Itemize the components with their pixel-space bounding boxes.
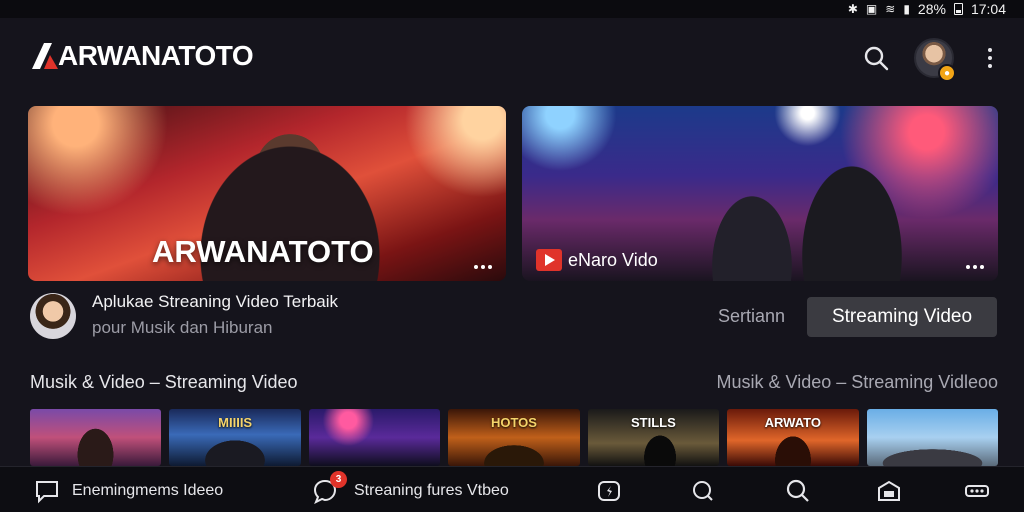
wifi-icon: ≋ [885,2,896,16]
video-thumbnail[interactable]: ARWATO [727,409,859,466]
app-header: ARWANATOTO ● [0,18,1024,98]
notification-badge: 3 [330,471,347,488]
video-thumbnail[interactable]: HOTOS [448,409,580,466]
video-thumbnail[interactable]: STILLS [587,409,720,466]
nav-item-explore[interactable] [596,477,622,505]
channel-avatar[interactable] [30,293,76,339]
nfc-icon: ▣ [865,2,878,16]
search-bubble-icon [693,481,713,501]
logo-mark-icon [32,43,58,69]
channel-subtitle: pour Musik dan Hiburan [92,318,273,337]
nav-label: Enemingmems Ideeo [72,482,224,499]
sort-label[interactable]: Sertiann [718,306,785,327]
streaming-video-button[interactable]: Streaming Video [807,297,997,337]
nav-item-streaming[interactable]: 3 Streaning fures Vtbeo [312,471,509,505]
brand-logo[interactable]: ARWANATOTO [30,40,254,72]
clock: 17:04 [970,1,1006,17]
hero-card-featured[interactable]: ARWANATOTO [28,106,506,281]
battery-percent: 28% [917,1,946,17]
more-icon [965,485,989,497]
nav-item-home[interactable]: Enemingmems Ideeo [34,477,223,505]
hero-chip-label: eNaro Vido [568,249,658,270]
channel-title: Aplukae Streaning Video Terbaik [92,292,339,311]
nav-label: Streaning fures Vtbeo [354,482,509,499]
library-icon [878,480,900,501]
video-thumbnail[interactable] [866,409,998,466]
chat-bubble-icon [36,481,58,504]
bluetooth-icon: ✱ [847,2,858,16]
brand-name: ARWANATOTO [58,40,254,71]
video-thumbnail[interactable] [308,409,441,466]
bottom-navigation: Enemingmems Ideeo 3 Streaning fures Vtbe… [0,466,1024,512]
more-options-icon[interactable] [980,42,1000,74]
thumbnail-label: HOTOS [490,415,537,430]
thumbnail-row: MIIIIS HOTOS STILLS ARWATO [30,409,998,466]
hero-card-band[interactable]: eNaro Vido [522,106,998,281]
section-title-left: Musik & Video – Streaming Video [30,372,298,392]
video-thumbnail[interactable] [30,409,162,466]
hero-title: ARWANATOTO [152,234,374,269]
section-title-right[interactable]: Musik & Video – Streaming Vidleoo [717,372,999,393]
status-bar: ✱ ▣ ≋ ▮ 28% 17:04 [0,0,1024,18]
signal-icon: ▮ [903,2,910,16]
search-icon[interactable] [862,44,890,72]
video-thumbnail[interactable]: MIIIIS [169,409,301,466]
thumbnail-label: STILLS [631,415,676,430]
hero-more-icon[interactable] [966,265,984,269]
nav-item-messages[interactable] [690,477,716,505]
thumbnail-label: MIIIIS [218,415,253,430]
play-logo-icon [536,249,562,271]
search-icon [786,479,809,502]
hero-more-icon[interactable] [474,265,492,269]
avatar-badge-icon: ● [938,64,956,82]
battery-icon [953,3,963,15]
hero-chip: eNaro Vido [536,249,658,271]
nav-item-more[interactable] [964,477,990,505]
nav-item-library[interactable] [876,477,902,505]
compass-icon [598,481,620,501]
nav-item-search[interactable] [785,477,811,505]
thumbnail-label: ARWATO [764,415,821,430]
